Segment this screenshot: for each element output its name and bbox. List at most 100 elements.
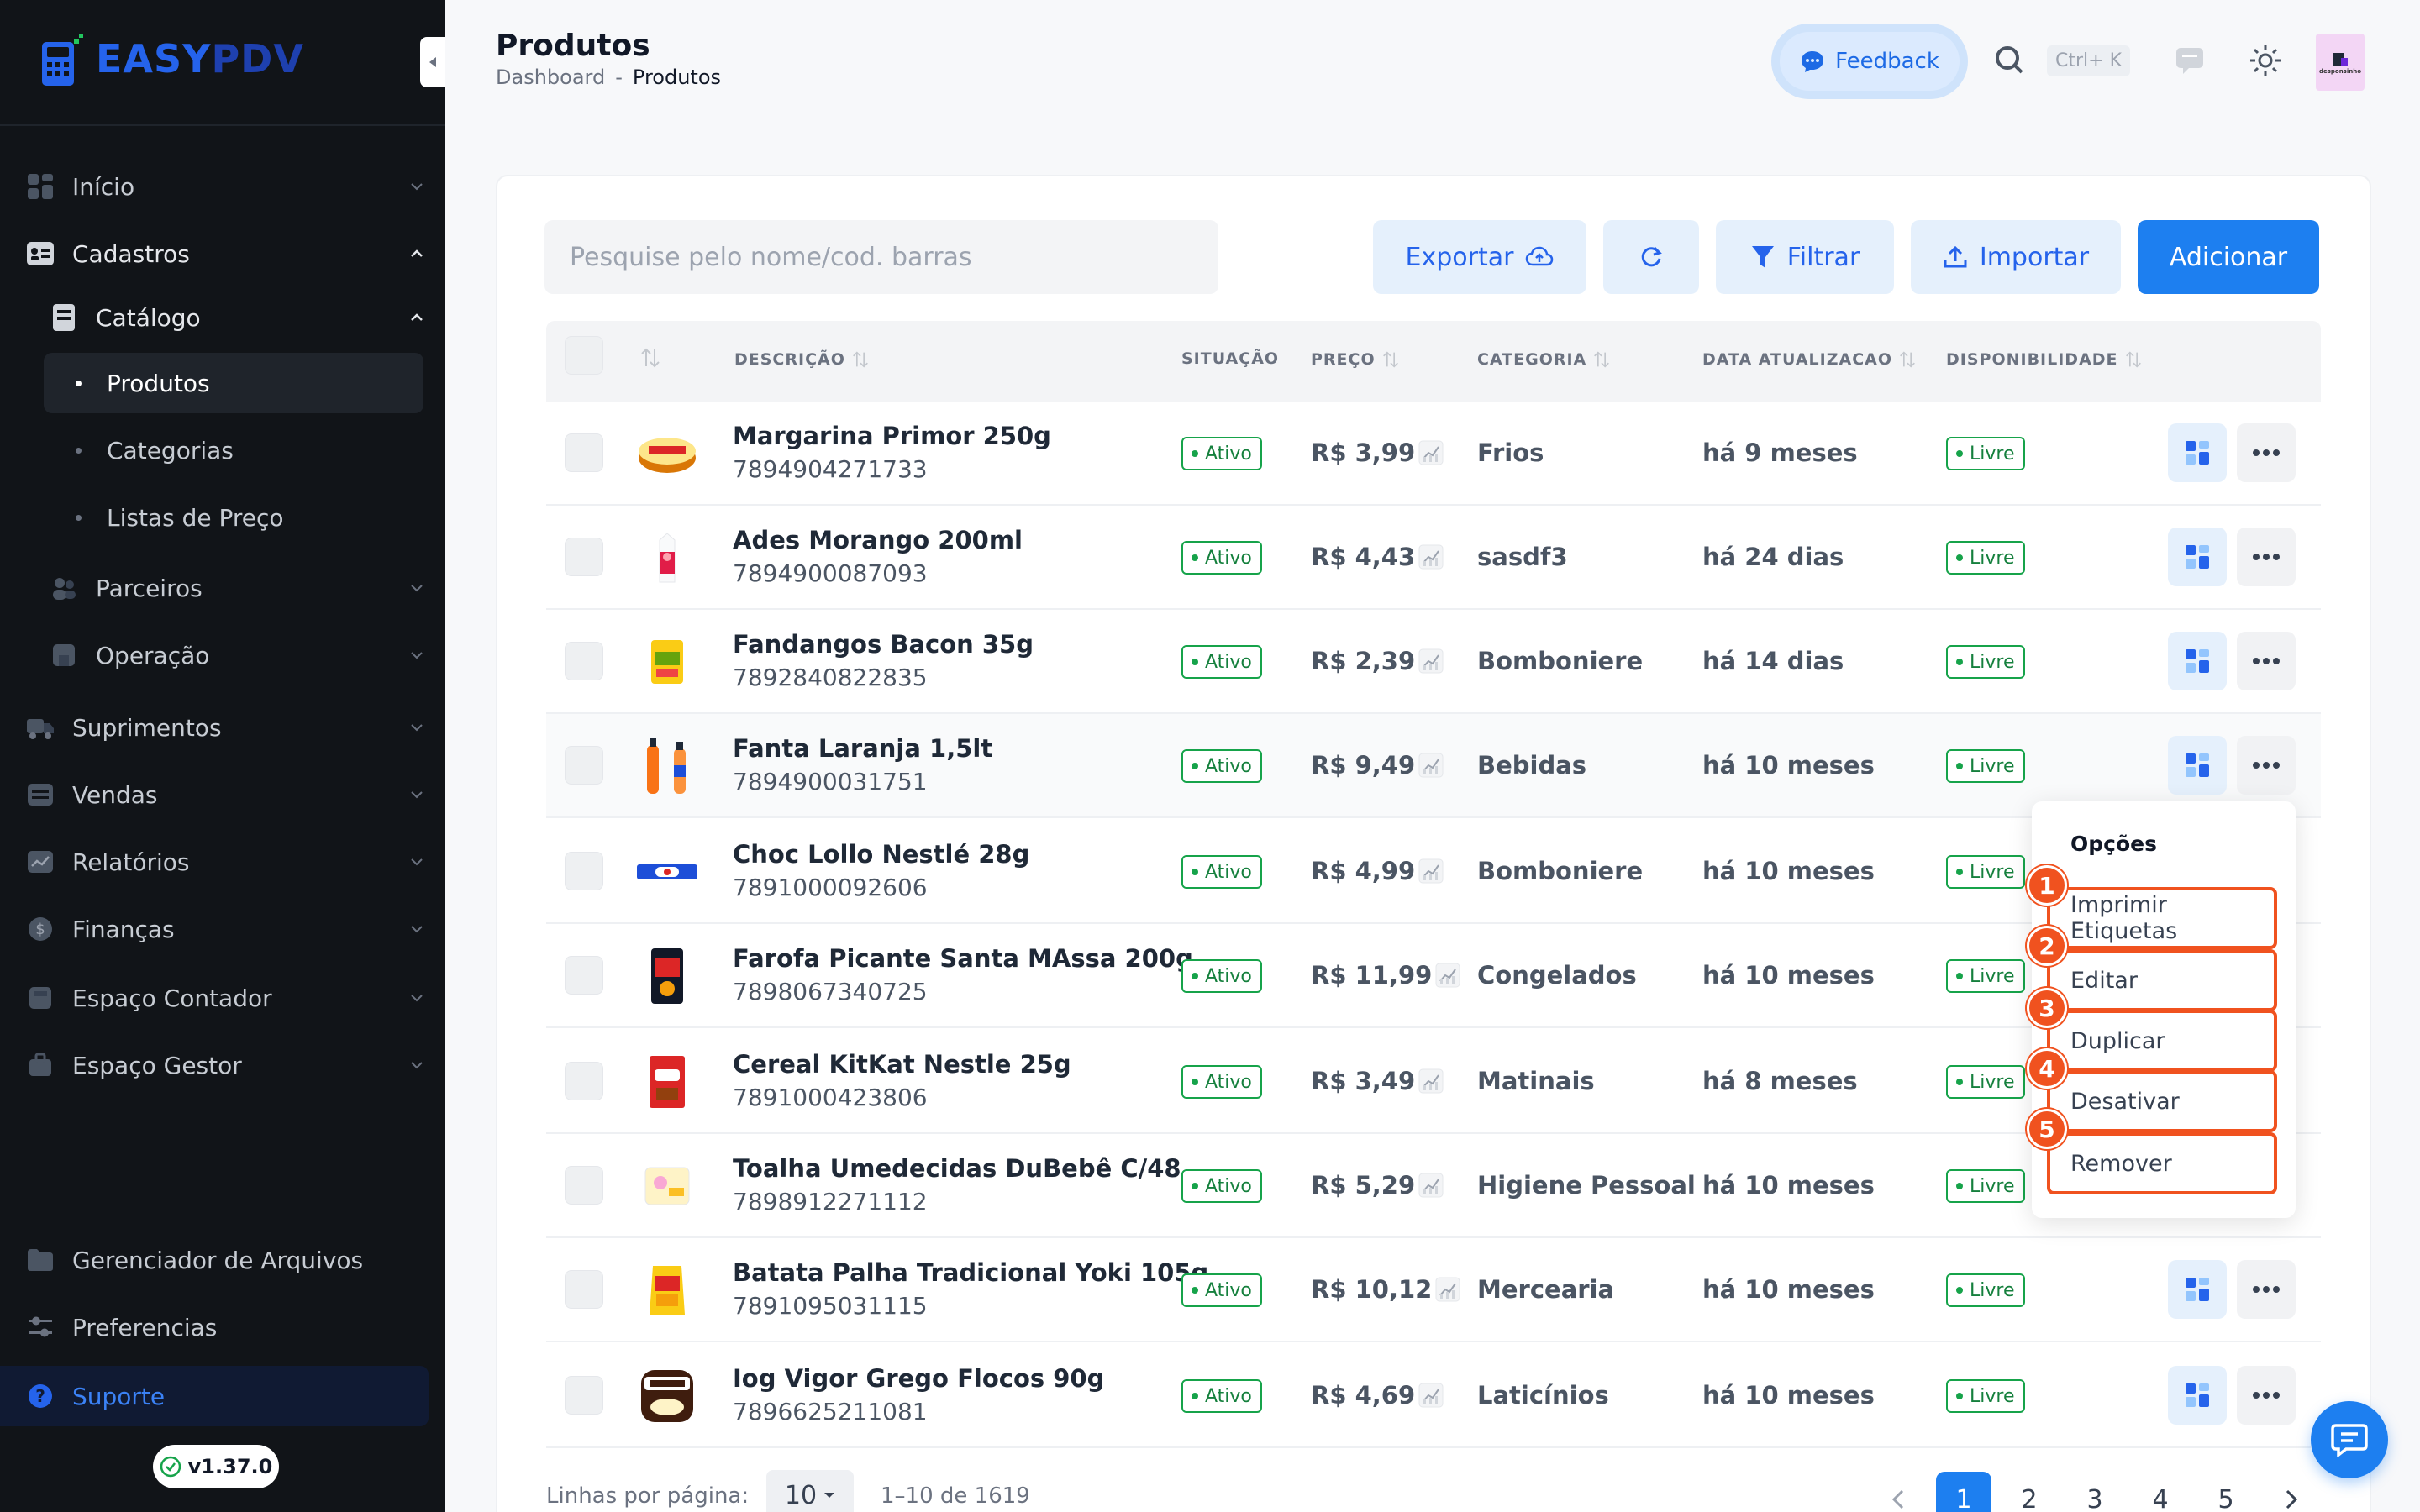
table-row[interactable]: Ades Morango 200ml 7894900087093 Ativo R$ 4… <box>546 506 2321 610</box>
row-checkbox[interactable] <box>565 1376 603 1415</box>
pagination-prev[interactable] <box>1870 1472 1926 1512</box>
pagination-next[interactable] <box>2264 1472 2319 1512</box>
row-checkbox[interactable] <box>565 956 603 995</box>
row-grid-button[interactable] <box>2168 1260 2227 1319</box>
price-history-icon[interactable] <box>1418 1068 1444 1094</box>
sidebar-item-gerenciador-de-arquivos[interactable]: Gerenciador de Arquivos <box>25 1233 425 1287</box>
menu-item-duplicar[interactable]: Duplicar <box>2047 1010 2277 1072</box>
product-name[interactable]: Ades Morango 200ml <box>733 526 1023 554</box>
row-checkbox[interactable] <box>565 642 603 680</box>
price-history-icon[interactable] <box>1418 544 1444 570</box>
select-all-checkbox[interactable] <box>565 336 603 375</box>
rows-per-page-select[interactable]: 10 <box>766 1470 854 1512</box>
logo[interactable]: EASYPDV <box>39 30 304 87</box>
pagination-page-4[interactable]: 4 <box>2133 1472 2188 1512</box>
message-icon[interactable] <box>2175 45 2205 76</box>
sidebar-item-financas[interactable]: $ Finanças <box>25 902 425 956</box>
row-checkbox[interactable] <box>565 433 603 472</box>
breadcrumb-dashboard[interactable]: Dashboard <box>496 66 605 89</box>
row-more-button[interactable] <box>2237 1366 2296 1425</box>
row-grid-button[interactable] <box>2168 528 2227 586</box>
table-row[interactable]: Iog Vigor Grego Flocos 90g 7896625211081 A… <box>546 1344 2321 1448</box>
row-checkbox[interactable] <box>565 852 603 890</box>
product-name[interactable]: Fandangos Bacon 35g <box>733 630 1034 659</box>
row-grid-button[interactable] <box>2168 632 2227 690</box>
column-header-data-atualizacao[interactable]: DATA ATUALIZACAO <box>1702 349 1916 370</box>
price-history-icon[interactable] <box>1418 1173 1444 1198</box>
search-icon[interactable] <box>1993 44 2027 77</box>
search-input[interactable] <box>544 220 1218 294</box>
row-checkbox[interactable] <box>565 1270 603 1309</box>
sidebar-item-operacao[interactable]: Operação <box>49 628 425 682</box>
price-history-icon[interactable] <box>1418 1383 1444 1408</box>
price-history-icon[interactable] <box>1435 963 1460 988</box>
price-history-icon[interactable] <box>1435 1277 1460 1302</box>
pagination-page-1[interactable]: 1 <box>1936 1472 1991 1512</box>
row-checkbox[interactable] <box>565 746 603 785</box>
product-name[interactable]: Toalha Umedecidas DuBebê C/48 <box>733 1154 1181 1183</box>
price-history-icon[interactable] <box>1418 440 1444 465</box>
sidebar-item-categorias[interactable]: Categorias <box>44 420 424 480</box>
table-row[interactable]: Batata Palha Tradicional Yoki 105g 789109… <box>546 1238 2321 1342</box>
price-history-icon[interactable] <box>1418 753 1444 778</box>
pagination-page-5[interactable]: 5 <box>2198 1472 2254 1512</box>
sidebar-item-parceiros[interactable]: Parceiros <box>49 561 425 615</box>
menu-item-desativar[interactable]: Desativar <box>2047 1070 2277 1132</box>
row-more-button[interactable] <box>2237 632 2296 690</box>
import-button[interactable]: Importar <box>1911 220 2121 294</box>
pagination-page-2[interactable]: 2 <box>2002 1472 2057 1512</box>
feedback-button[interactable]: Feedback <box>1780 32 1960 91</box>
sidebar-item-suprimentos[interactable]: Suprimentos <box>25 701 425 754</box>
menu-item-remover[interactable]: Remover <box>2047 1132 2277 1194</box>
row-more-button[interactable] <box>2237 423 2296 482</box>
row-grid-button[interactable] <box>2168 1366 2227 1425</box>
sidebar-item-catalogo[interactable]: Catálogo <box>49 291 425 344</box>
sidebar-item-listas-de-preco[interactable]: Listas de Preço <box>44 487 424 548</box>
sidebar-item-relatorios[interactable]: Relatórios <box>25 835 425 889</box>
sidebar-item-cadastros[interactable]: Cadastros <box>25 227 425 281</box>
price-history-icon[interactable] <box>1418 858 1444 884</box>
product-name[interactable]: Fanta Laranja 1,5lt <box>733 734 992 763</box>
sidebar-item-preferencias[interactable]: Preferencias <box>25 1300 425 1354</box>
row-checkbox[interactable] <box>565 1062 603 1100</box>
filter-button[interactable]: Filtrar <box>1716 220 1894 294</box>
support-chat-button[interactable] <box>2311 1401 2388 1478</box>
price-history-icon[interactable] <box>1418 648 1444 674</box>
export-button[interactable]: Exportar <box>1373 220 1586 294</box>
row-grid-button[interactable] <box>2168 736 2227 795</box>
column-header-preco[interactable]: PREÇO <box>1311 349 1399 370</box>
sidebar-item-espaco-gestor[interactable]: Espaço Gestor <box>25 1038 425 1092</box>
add-button[interactable]: Adicionar <box>2138 220 2319 294</box>
menu-item-editar[interactable]: Editar <box>2047 949 2277 1011</box>
row-more-button[interactable] <box>2237 736 2296 795</box>
column-header-categoria[interactable]: CATEGORIA <box>1477 349 1610 370</box>
product-name[interactable]: Iog Vigor Grego Flocos 90g <box>733 1364 1104 1393</box>
column-header-descricao[interactable]: DESCRIÇÃO <box>734 349 869 370</box>
row-more-button[interactable] <box>2237 1260 2296 1319</box>
sidebar-item-inicio[interactable]: Início <box>25 160 425 213</box>
row-grid-button[interactable] <box>2168 423 2227 482</box>
product-name[interactable]: Margarina Primor 250g <box>733 422 1051 450</box>
sun-icon[interactable] <box>2249 44 2282 77</box>
pagination-page-3[interactable]: 3 <box>2067 1472 2123 1512</box>
product-barcode: 7891000092606 <box>733 874 928 901</box>
column-header-disponibilidade[interactable]: DISPONIBILIDADE <box>1946 349 2142 370</box>
sidebar-item-produtos[interactable]: Produtos <box>44 353 424 413</box>
row-checkbox[interactable] <box>565 1166 603 1205</box>
menu-item-imprimir-etiquetas[interactable]: Imprimir Etiquetas <box>2047 887 2277 949</box>
avatar[interactable]: desponsinho <box>2316 34 2365 91</box>
product-name[interactable]: Choc Lollo Nestlé 28g <box>733 840 1029 869</box>
sidebar-item-vendas[interactable]: Vendas <box>25 768 425 822</box>
row-more-button[interactable] <box>2237 528 2296 586</box>
sidebar-item-suporte[interactable]: ? Suporte <box>0 1366 429 1426</box>
row-checkbox[interactable] <box>565 538 603 576</box>
sidebar-collapse-button[interactable] <box>420 37 445 87</box>
sidebar-item-espaco-contador[interactable]: Espaço Contador <box>25 971 425 1025</box>
sort-icon[interactable] <box>640 346 660 370</box>
refresh-button[interactable] <box>1603 220 1699 294</box>
product-name[interactable]: Batata Palha Tradicional Yoki 105g <box>733 1258 1208 1287</box>
product-name[interactable]: Farofa Picante Santa MAssa 200g <box>733 944 1193 973</box>
table-row[interactable]: Margarina Primor 250g 7894904271733 Ativo R… <box>546 402 2321 506</box>
product-name[interactable]: Cereal KitKat Nestle 25g <box>733 1050 1071 1079</box>
table-row[interactable]: Fandangos Bacon 35g 7892840822835 Ativo R$ … <box>546 610 2321 714</box>
